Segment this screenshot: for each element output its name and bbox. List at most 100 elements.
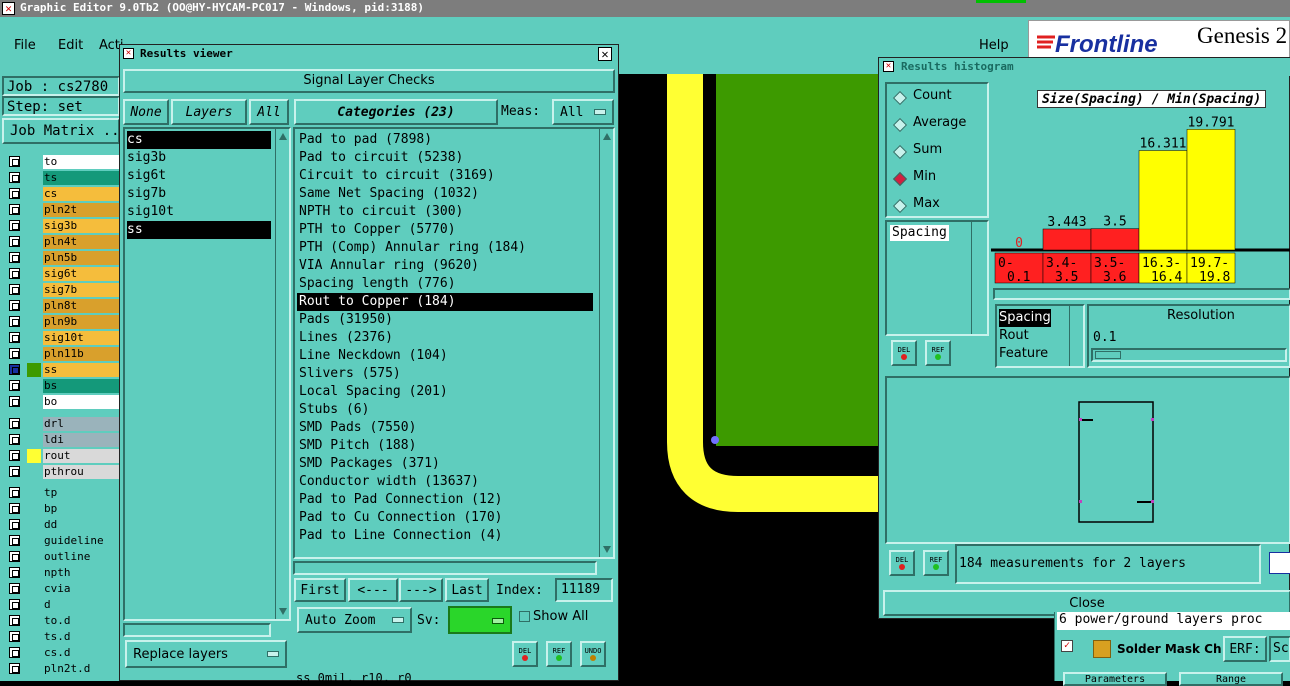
- layer-row-pln2t[interactable]: pln2t: [3, 202, 121, 218]
- layer-row-sig7b[interactable]: sig7b: [3, 282, 121, 298]
- none-button[interactable]: None: [123, 99, 169, 125]
- del-button[interactable]: DEL: [512, 641, 538, 667]
- layer-row-tp[interactable]: tp: [3, 485, 121, 501]
- histogram-del-button[interactable]: DEL: [891, 340, 917, 366]
- layer-row-drl[interactable]: drl: [3, 416, 121, 432]
- layer-checkbox[interactable]: [9, 300, 20, 311]
- result-layer-item[interactable]: ss: [127, 221, 271, 239]
- layer-row-outline[interactable]: outline: [3, 549, 121, 565]
- layer-checkbox[interactable]: [9, 567, 20, 578]
- category-item[interactable]: Same Net Spacing (1032): [297, 185, 593, 203]
- layer-row-to-d[interactable]: to.d: [3, 613, 121, 629]
- histogram-bar[interactable]: [1138, 150, 1188, 251]
- layer-checkbox[interactable]: [9, 316, 20, 327]
- layer-row-pln11b[interactable]: pln11b: [3, 346, 121, 362]
- layer-checkbox[interactable]: [9, 434, 20, 445]
- category-item[interactable]: NPTH to circuit (300): [297, 203, 593, 221]
- attribute-listbox[interactable]: Spacing Rout Feature: [995, 304, 1085, 368]
- attribute-item[interactable]: Spacing: [999, 309, 1051, 327]
- layer-row-pln9b[interactable]: pln9b: [3, 314, 121, 330]
- category-item[interactable]: Pads (31950): [297, 311, 593, 329]
- layer-row-guideline[interactable]: guideline: [3, 533, 121, 549]
- close-icon[interactable]: ✕: [598, 47, 612, 61]
- measure-item[interactable]: Spacing: [890, 225, 949, 241]
- menu-file[interactable]: File: [14, 38, 36, 53]
- histogram-bar[interactable]: [1090, 228, 1140, 251]
- category-item[interactable]: Pad to Cu Connection (170): [297, 509, 593, 527]
- layer-row-pln4t[interactable]: pln4t: [3, 234, 121, 250]
- layer-row-cs[interactable]: cs: [3, 186, 121, 202]
- categories-listbox[interactable]: Pad to pad (7898) Pad to circuit (5238) Ci…: [293, 127, 615, 559]
- all-button[interactable]: All: [249, 99, 289, 125]
- result-layer-item[interactable]: sig6t: [127, 167, 271, 185]
- layer-checkbox[interactable]: [9, 418, 20, 429]
- result-layer-item[interactable]: sig7b: [127, 185, 271, 203]
- layer-row-bs[interactable]: bs: [3, 378, 121, 394]
- replace-layers-dropdown[interactable]: Replace layers: [125, 640, 287, 668]
- layer-checkbox[interactable]: [9, 647, 20, 658]
- slider-thumb[interactable]: [1095, 351, 1121, 359]
- category-item[interactable]: Local Spacing (201): [297, 383, 593, 401]
- layer-checkbox[interactable]: [9, 450, 20, 461]
- layer-checkbox[interactable]: [9, 599, 20, 610]
- measure-listbox[interactable]: Spacing: [885, 220, 989, 336]
- categories-button[interactable]: Categories (23): [294, 99, 498, 125]
- result-layer-item[interactable]: sig10t: [127, 203, 271, 221]
- layer-row-sig6t[interactable]: sig6t: [3, 266, 121, 282]
- layer-row-to[interactable]: to: [3, 154, 121, 170]
- layer-checkbox[interactable]: [9, 156, 20, 167]
- histogram-hscrollbar[interactable]: [993, 288, 1290, 300]
- layers-button[interactable]: Layers: [171, 99, 247, 125]
- measure-scrollbar[interactable]: [971, 222, 985, 334]
- layer-row-sig10t[interactable]: sig10t: [3, 330, 121, 346]
- layer-checkbox[interactable]: [9, 503, 20, 514]
- layer-row-ss[interactable]: ss: [3, 362, 121, 378]
- report-icon[interactable]: [1269, 552, 1290, 574]
- categories-hscrollbar[interactable]: [293, 561, 597, 575]
- layer-row-bp[interactable]: bp: [3, 501, 121, 517]
- category-item[interactable]: Slivers (575): [297, 365, 593, 383]
- erf-button[interactable]: ERF:: [1223, 636, 1267, 662]
- layer-row-pthrou[interactable]: pthrou: [3, 464, 121, 480]
- parameters-button[interactable]: Parameters: [1063, 672, 1167, 686]
- category-item[interactable]: Pad to pad (7898): [297, 131, 593, 149]
- layer-checkbox[interactable]: [9, 396, 20, 407]
- histogram-ref-button[interactable]: REF: [925, 340, 951, 366]
- layer-row-ts[interactable]: ts: [3, 170, 121, 186]
- category-item[interactable]: VIA Annular ring (9620): [297, 257, 593, 275]
- layer-row-ts-d[interactable]: ts.d: [3, 629, 121, 645]
- prev-button[interactable]: <---: [348, 578, 398, 602]
- category-item[interactable]: SMD Pitch (188): [297, 437, 593, 455]
- category-item[interactable]: Pad to Line Connection (4): [297, 527, 593, 545]
- category-item[interactable]: Stubs (6): [297, 401, 593, 419]
- category-item[interactable]: SMD Pads (7550): [297, 419, 593, 437]
- category-item[interactable]: Spacing length (776): [297, 275, 593, 293]
- result-layer-item[interactable]: sig3b: [127, 149, 271, 167]
- category-item[interactable]: Rout to Copper (184): [297, 293, 593, 311]
- attribute-item[interactable]: Rout: [999, 327, 1051, 345]
- layer-row-npth[interactable]: npth: [3, 565, 121, 581]
- attribute-item[interactable]: Feature: [999, 345, 1051, 363]
- menu-edit[interactable]: Edit: [58, 38, 83, 53]
- layer-row-cvia[interactable]: cvia: [3, 581, 121, 597]
- auto-zoom-dropdown[interactable]: Auto Zoom: [297, 607, 412, 633]
- layer-checkbox[interactable]: [9, 380, 20, 391]
- preview-del-button[interactable]: DEL: [889, 550, 915, 576]
- layer-checkbox[interactable]: [9, 631, 20, 642]
- job-matrix-button[interactable]: Job Matrix ...: [2, 118, 128, 144]
- layer-row-pln5b[interactable]: pln5b: [3, 250, 121, 266]
- show-all-checkbox[interactable]: [519, 611, 530, 622]
- layer-checkbox[interactable]: [9, 332, 20, 343]
- category-item[interactable]: Conductor width (13637): [297, 473, 593, 491]
- layer-scrollbar[interactable]: [275, 129, 289, 619]
- layer-row-pln8t[interactable]: pln8t: [3, 298, 121, 314]
- layer-checkbox[interactable]: [9, 583, 20, 594]
- layer-checkbox[interactable]: [9, 364, 20, 375]
- last-button[interactable]: Last: [445, 578, 489, 602]
- layer-checkbox[interactable]: [9, 252, 20, 263]
- category-item[interactable]: PTH to Copper (5770): [297, 221, 593, 239]
- preview-ref-button[interactable]: REF: [923, 550, 949, 576]
- menu-help[interactable]: Help: [979, 38, 1009, 53]
- next-button[interactable]: --->: [399, 578, 443, 602]
- layer-checkbox[interactable]: [9, 466, 20, 477]
